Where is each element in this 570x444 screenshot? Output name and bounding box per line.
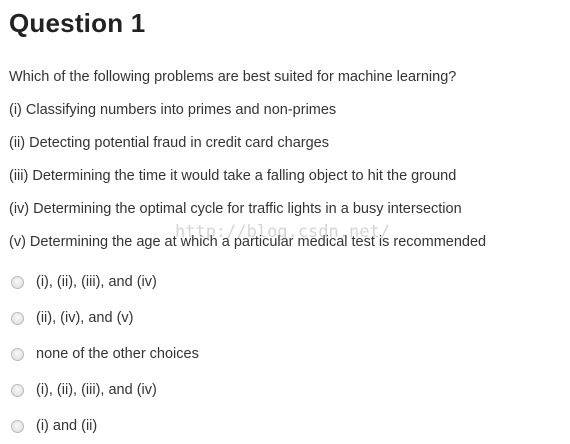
answer-choice-2[interactable]: (ii), (iv), and (v): [11, 309, 133, 327]
radio-button-5[interactable]: [11, 419, 24, 433]
radio-button-3[interactable]: [11, 347, 24, 361]
radio-button-4[interactable]: [11, 383, 24, 397]
answer-choice-1[interactable]: (i), (ii), (iii), and (iv): [11, 273, 157, 291]
question-title: Question 1: [9, 8, 146, 38]
answer-choice-label: (i) and (ii): [36, 418, 98, 434]
problem-item-i: (i) Classifying numbers into primes and …: [9, 102, 337, 118]
answer-choice-5[interactable]: (i) and (ii): [11, 417, 97, 435]
answer-choice-3[interactable]: none of the other choices: [11, 345, 199, 363]
answer-choice-label: (i), (ii), (iii), and (iv): [36, 382, 157, 398]
problem-item-ii: (ii) Detecting potential fraud in credit…: [9, 135, 329, 151]
answer-choice-4[interactable]: (i), (ii), (iii), and (iv): [11, 381, 157, 399]
problem-item-v: (v) Determining the age at which a parti…: [9, 234, 487, 250]
question-prompt: Which of the following problems are best…: [9, 69, 457, 85]
answer-choice-label: (i), (ii), (iii), and (iv): [36, 274, 157, 290]
answer-choice-label: none of the other choices: [36, 346, 199, 362]
radio-button-1[interactable]: [11, 275, 24, 289]
problem-item-iv: (iv) Determining the optimal cycle for t…: [9, 201, 462, 217]
radio-button-2[interactable]: [11, 311, 24, 325]
answer-choice-label: (ii), (iv), and (v): [36, 310, 134, 326]
problem-item-iii: (iii) Determining the time it would take…: [9, 168, 457, 184]
